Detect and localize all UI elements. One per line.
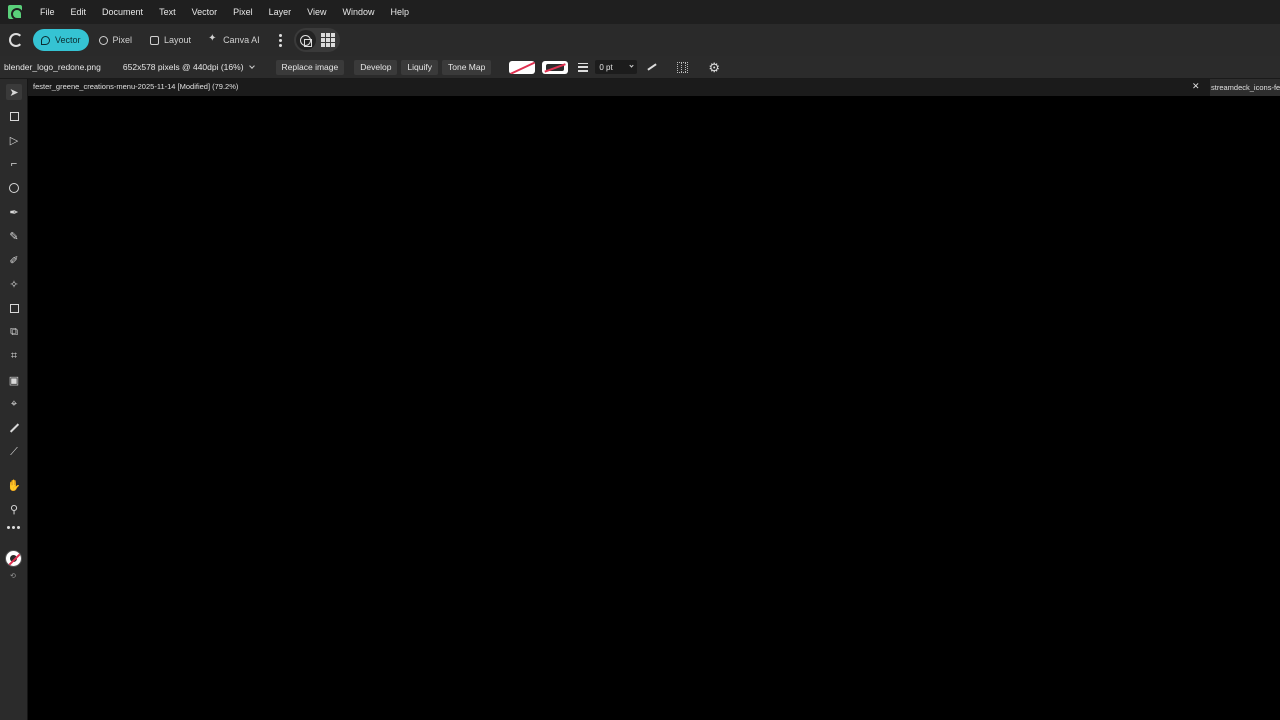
zoom-tool-icon[interactable]: ⚲ (6, 501, 22, 517)
color-picker-icon[interactable]: ⟋ (6, 444, 22, 460)
more-options-icon[interactable] (274, 29, 288, 51)
menu-vector[interactable]: Vector (184, 0, 226, 24)
menu-document[interactable]: Document (94, 0, 151, 24)
document-tab-other[interactable]: streamdeck_icons-fea (1210, 79, 1280, 96)
menu-edit[interactable]: Edit (63, 0, 95, 24)
sparkle-icon (208, 33, 218, 45)
gear-icon[interactable]: ⚙ (708, 61, 720, 74)
node-tool-icon[interactable]: ▷ (6, 132, 22, 148)
point-transform-icon[interactable] (6, 180, 22, 196)
pen-tool-icon[interactable]: ✒ (6, 204, 22, 220)
persona-canva-ai-label: Canva AI (223, 35, 260, 45)
tools-panel: ➤ ▷ ⌐ ✒ ✎ ✐ ✧ ⧉ ⌗ ▣ ⌖ ⟋ ✋ ⚲ ⟲ (0, 79, 28, 720)
stroke-swatch[interactable] (542, 60, 569, 74)
app-icon (8, 5, 23, 20)
menu-pixel[interactable]: Pixel (225, 0, 261, 24)
chevron-down-icon (629, 63, 634, 68)
panels-grid-button[interactable] (318, 30, 338, 50)
frame-text-icon[interactable]: ⌗ (6, 348, 22, 364)
rectangle-tool-icon[interactable] (6, 300, 22, 316)
grid-icon (320, 33, 335, 47)
image-info-dropdown[interactable]: 652x578 pixels @ 440dpi (16%) (122, 62, 255, 72)
more-tools-icon[interactable] (7, 526, 20, 529)
tone-map-button[interactable]: Tone Map (442, 59, 492, 75)
vector-brush-icon[interactable]: ✐ (6, 252, 22, 268)
persona-vector-label: Vector (55, 35, 81, 45)
selection-filename: blender_logo_redone.png (4, 62, 101, 72)
persona-canva-ai[interactable]: Canva AI (201, 29, 268, 51)
corner-tool-icon[interactable]: ⌐ (6, 156, 22, 172)
artboard-tool-icon[interactable] (6, 108, 22, 124)
stroke-style-icon[interactable] (578, 62, 589, 72)
wrap-settings-icon[interactable] (677, 61, 689, 73)
fill-swatch[interactable] (509, 60, 536, 74)
vector-persona-icon (41, 35, 50, 45)
persona-toolbar: Vector Pixel Layout Canva AI (0, 24, 1280, 56)
chevron-down-icon (248, 62, 255, 69)
affinity-logo-icon[interactable] (9, 33, 23, 47)
measure-tool-icon[interactable] (6, 420, 22, 436)
swap-colors-icon[interactable]: ⟲ (10, 572, 16, 580)
persona-pixel[interactable]: Pixel (91, 29, 141, 51)
menu-text[interactable]: Text (151, 0, 184, 24)
studio-link-button[interactable] (295, 30, 316, 50)
persona-pixel-label: Pixel (112, 35, 133, 45)
crop-tool-icon[interactable]: ⌖ (6, 396, 22, 412)
persona-layout-label: Layout (164, 35, 192, 45)
fill-tool-icon[interactable]: ✧ (6, 276, 22, 292)
document-tab-active[interactable]: fester_greene_creations-menu-2025-11-14 … (33, 82, 238, 91)
menu-file[interactable]: File (32, 0, 63, 24)
hand-tool-icon[interactable]: ✋ (6, 477, 22, 493)
pressure-icon[interactable] (647, 63, 658, 71)
menu-layer[interactable]: Layer (261, 0, 300, 24)
document-tab-bar: fester_greene_creations-menu-2025-11-14 … (28, 79, 1280, 96)
place-image-icon[interactable]: ▣ (6, 372, 22, 388)
stroke-width-value: 0 pt (599, 62, 613, 72)
menu-help[interactable]: Help (383, 0, 418, 24)
document-canvas[interactable] (28, 96, 1280, 720)
pixel-persona-icon (98, 35, 108, 45)
persona-layout[interactable]: Layout (142, 29, 199, 51)
liquify-button[interactable]: Liquify (401, 59, 438, 75)
menu-window[interactable]: Window (334, 0, 382, 24)
shape-builder-icon[interactable]: ⧉ (6, 324, 22, 340)
pencil-tool-icon[interactable]: ✎ (6, 228, 22, 244)
menu-view[interactable]: View (299, 0, 334, 24)
context-toolbar: blender_logo_redone.png 652x578 pixels @… (0, 56, 1280, 79)
persona-vector[interactable]: Vector (33, 29, 89, 51)
replace-image-button[interactable]: Replace image (275, 59, 345, 75)
stroke-width-field[interactable]: 0 pt (595, 60, 638, 74)
menu-bar: File Edit Document Text Vector Pixel Lay… (0, 0, 1280, 24)
studio-link-icon (300, 34, 313, 47)
view-toggle-group (293, 28, 340, 52)
color-well[interactable] (5, 550, 22, 567)
develop-button[interactable]: Develop (354, 59, 398, 75)
move-tool-icon[interactable]: ➤ (6, 84, 22, 100)
image-info-label: 652x578 pixels @ 440dpi (16%) (122, 62, 244, 72)
close-icon[interactable]: ✕ (1192, 81, 1200, 92)
layout-persona-icon (150, 35, 160, 45)
